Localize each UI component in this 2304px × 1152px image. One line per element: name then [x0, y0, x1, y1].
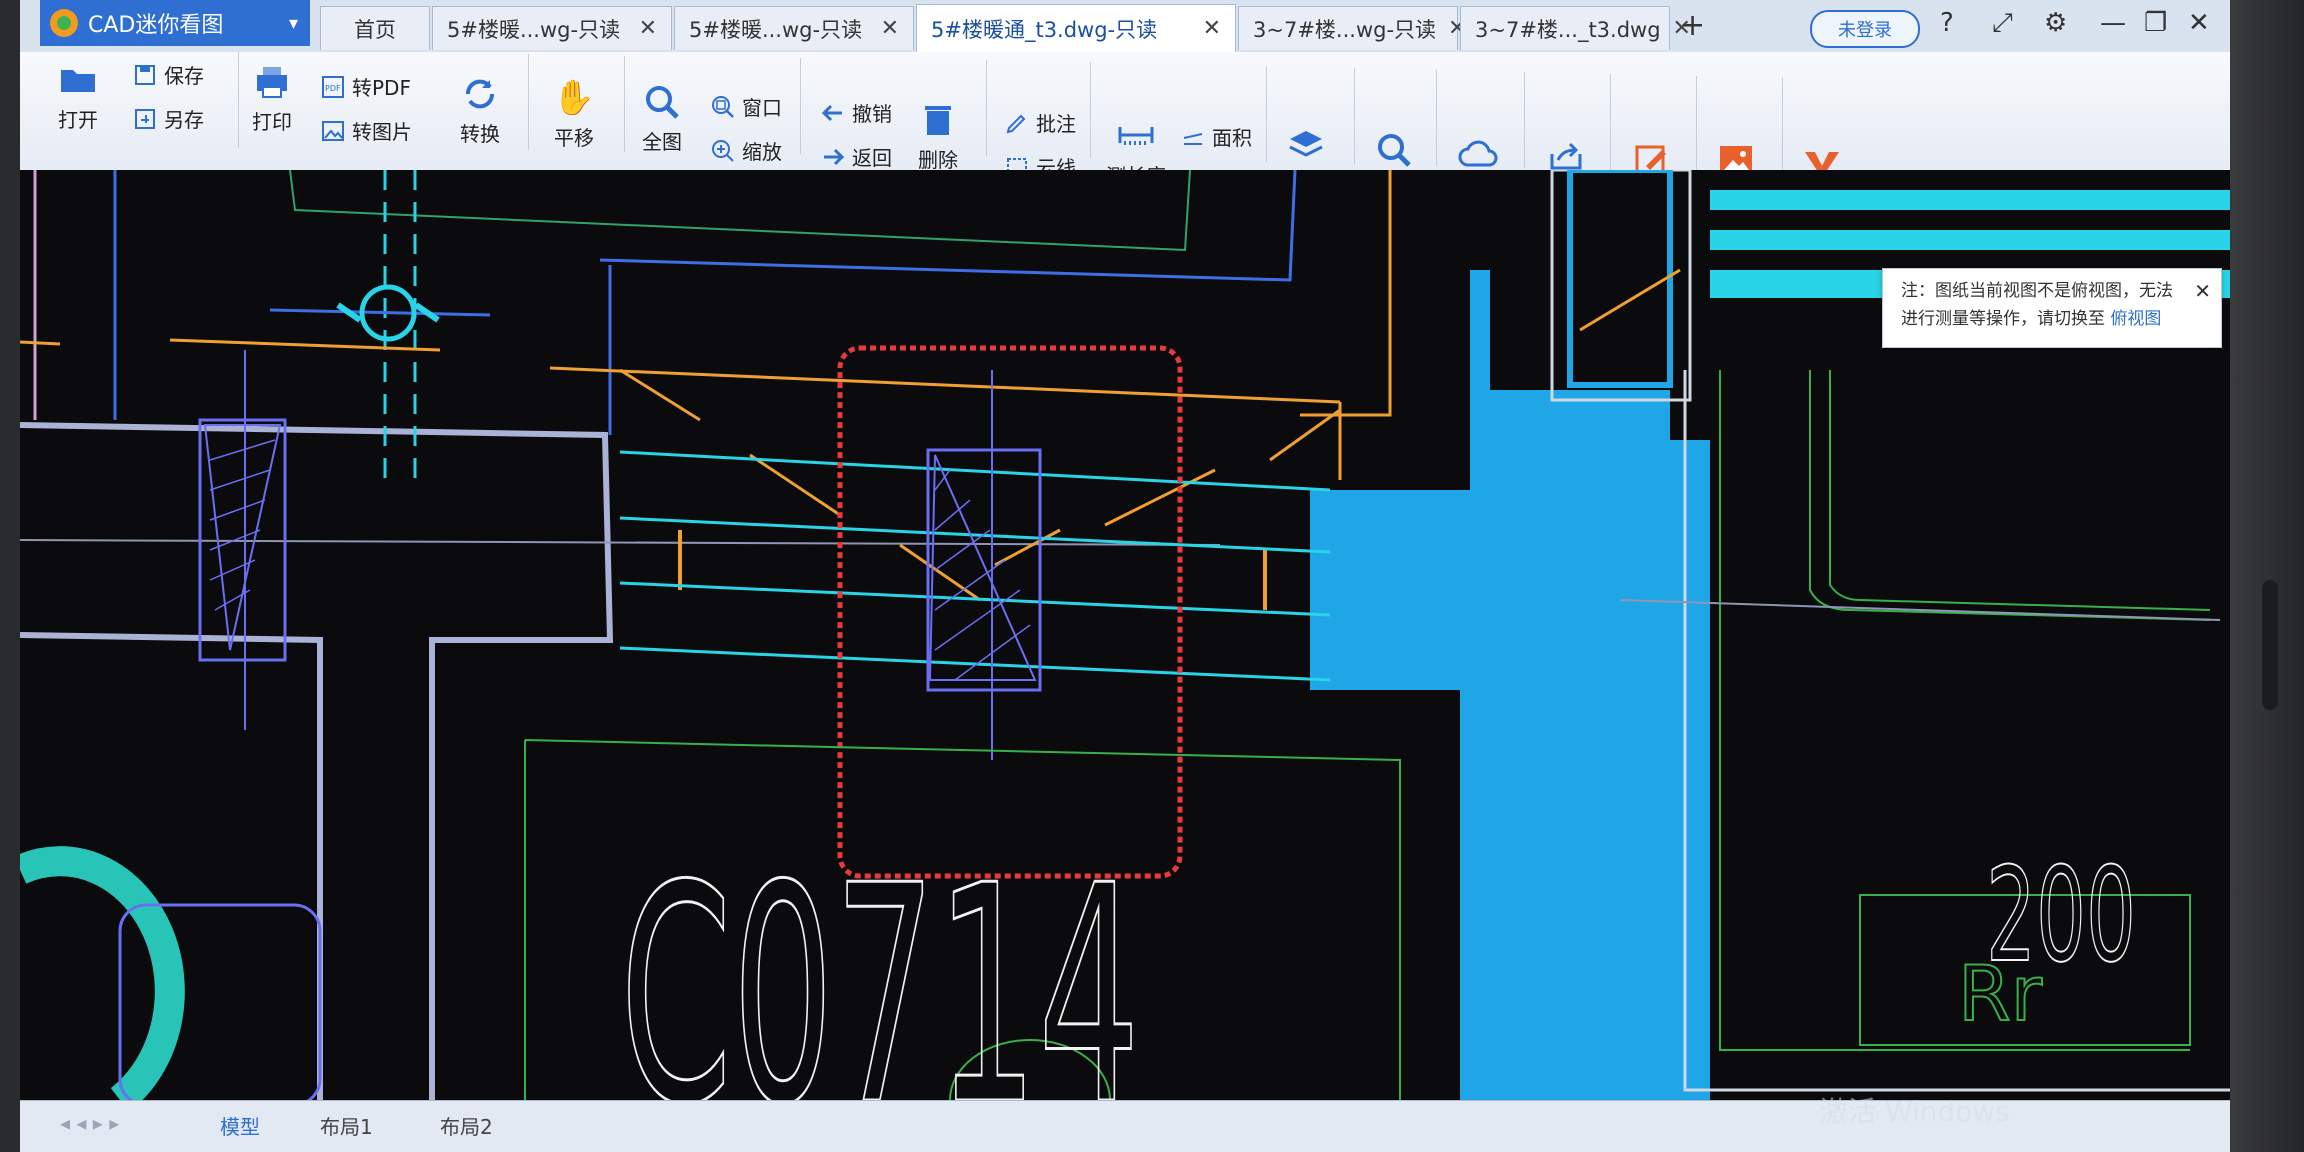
- zoom-in-icon: [710, 138, 736, 164]
- divider: [1782, 78, 1783, 174]
- view-notice: 注：图纸当前视图不是俯视图，无法进行测量等操作，请切换至 俯视图 ✕: [1882, 268, 2222, 348]
- annotate-button[interactable]: 批注: [1004, 108, 1076, 137]
- tab-layout-1[interactable]: 布局1: [320, 1111, 373, 1140]
- tab-home[interactable]: 首页: [320, 6, 430, 50]
- back-button[interactable]: 返回: [820, 142, 892, 171]
- top-view-link[interactable]: 俯视图: [2110, 309, 2161, 329]
- save-as-icon: [132, 106, 158, 132]
- activation-watermark: 激活 Windows: [1820, 1095, 2010, 1128]
- divider: [528, 54, 529, 150]
- fullscreen-icon[interactable]: ⤢: [1992, 8, 2013, 39]
- tab-file-active[interactable]: 5#楼暖通_t3.dwg-只读 ✕: [916, 4, 1236, 52]
- convert-button[interactable]: 转换: [460, 74, 500, 147]
- divider: [1354, 68, 1355, 164]
- trash-icon: [918, 100, 958, 140]
- close-icon[interactable]: ✕: [1191, 16, 1221, 41]
- open-button[interactable]: 打开: [58, 60, 98, 133]
- to-pdf-button[interactable]: PDF 转PDF: [320, 72, 411, 101]
- app-logo-icon: [50, 9, 78, 37]
- toolbar: 打开 保存 另存 打印 PDF 转PDF 转图片 转换 ✋ 平移 全图 窗口 缩…: [20, 52, 2230, 216]
- divider: [800, 58, 801, 154]
- hand-icon: ✋: [552, 78, 596, 118]
- tab-layout-2[interactable]: 布局2: [440, 1111, 493, 1140]
- area-icon: [1180, 124, 1206, 150]
- divider: [238, 52, 239, 148]
- divider: [1436, 70, 1437, 166]
- undo-icon: [820, 100, 846, 126]
- laptop-bezel: [2230, 0, 2304, 1152]
- zoom-extents-icon: [642, 82, 682, 122]
- app-title: CAD迷你看图: [88, 13, 224, 38]
- add-tab-icon[interactable]: +: [1680, 8, 1705, 43]
- help-icon[interactable]: ?: [1940, 8, 1954, 38]
- tab-file-4[interactable]: 3~7#楼...wg-只读 ✕: [1238, 6, 1466, 50]
- delete-button[interactable]: 删除: [918, 100, 958, 173]
- redo-icon: [820, 144, 846, 170]
- tab-file-5[interactable]: 3~7#楼..._t3.dwg ✕: [1460, 6, 1691, 50]
- minimize-icon[interactable]: —: [2100, 8, 2126, 38]
- printer-icon: [252, 62, 292, 102]
- area-button[interactable]: 面积: [1180, 122, 1252, 151]
- layers-icon: [1286, 126, 1326, 166]
- disk-icon: [132, 62, 158, 88]
- save-button[interactable]: 保存: [132, 60, 204, 89]
- ruler-icon: [1116, 116, 1156, 156]
- svg-text:PDF: PDF: [325, 84, 341, 93]
- bezel-hinge: [2262, 580, 2278, 710]
- close-window-icon[interactable]: ✕: [2188, 8, 2210, 38]
- restore-icon[interactable]: ❐: [2144, 8, 2167, 38]
- divider: [1090, 62, 1091, 158]
- drawing-label-rr: Rr: [1958, 949, 2043, 1038]
- zoom-window-button[interactable]: 窗口: [710, 92, 782, 121]
- pan-button[interactable]: ✋ 平移: [552, 78, 596, 151]
- divider: [986, 60, 987, 156]
- convert-icon: [460, 74, 500, 114]
- chevron-down-icon: ▾: [288, 12, 298, 34]
- close-icon[interactable]: ✕: [869, 16, 899, 41]
- divider: [1696, 76, 1697, 172]
- gear-icon[interactable]: ⚙: [2044, 8, 2067, 38]
- divider: [624, 56, 625, 152]
- nav-arrows-icon[interactable]: ◂ ◂ ▸ ▸: [60, 1111, 119, 1135]
- tab-file-2[interactable]: 5#楼暖...wg-只读 ✕: [674, 6, 914, 50]
- close-icon[interactable]: ✕: [627, 16, 657, 41]
- title-bar: CAD迷你看图 ▾ 首页 5#楼暖...wg-只读 ✕ 5#楼暖...wg-只读 ✕…: [20, 0, 2230, 53]
- screen: CAD迷你看图 ▾ 首页 5#楼暖...wg-只读 ✕ 5#楼暖...wg-只读 ✕…: [20, 0, 2230, 1152]
- tab-model[interactable]: 模型: [220, 1111, 260, 1140]
- folder-icon: [58, 60, 98, 100]
- undo-button[interactable]: 撤销: [820, 98, 892, 127]
- window-zoom-icon: [710, 94, 736, 120]
- pdf-icon: PDF: [320, 74, 346, 100]
- tab-file-1[interactable]: 5#楼暖...wg-只读 ✕: [432, 6, 672, 50]
- print-button[interactable]: 打印: [252, 62, 292, 135]
- zoom-button[interactable]: 缩放: [710, 136, 782, 165]
- divider: [1610, 74, 1611, 170]
- divider: [1266, 66, 1267, 162]
- search-icon: [1374, 130, 1414, 170]
- save-as-button[interactable]: 另存: [132, 104, 204, 133]
- to-image-button[interactable]: 转图片: [320, 116, 412, 145]
- app-menu-button[interactable]: CAD迷你看图 ▾: [40, 0, 310, 46]
- full-view-button[interactable]: 全图: [642, 82, 682, 155]
- annotate-icon: [1004, 110, 1030, 136]
- image-icon: [320, 118, 346, 144]
- login-button[interactable]: 未登录: [1810, 10, 1920, 48]
- drawing-label-main: C0714: [620, 822, 1140, 1100]
- close-icon[interactable]: ✕: [2194, 277, 2211, 305]
- divider: [1524, 72, 1525, 168]
- cloud-icon: [1458, 134, 1498, 174]
